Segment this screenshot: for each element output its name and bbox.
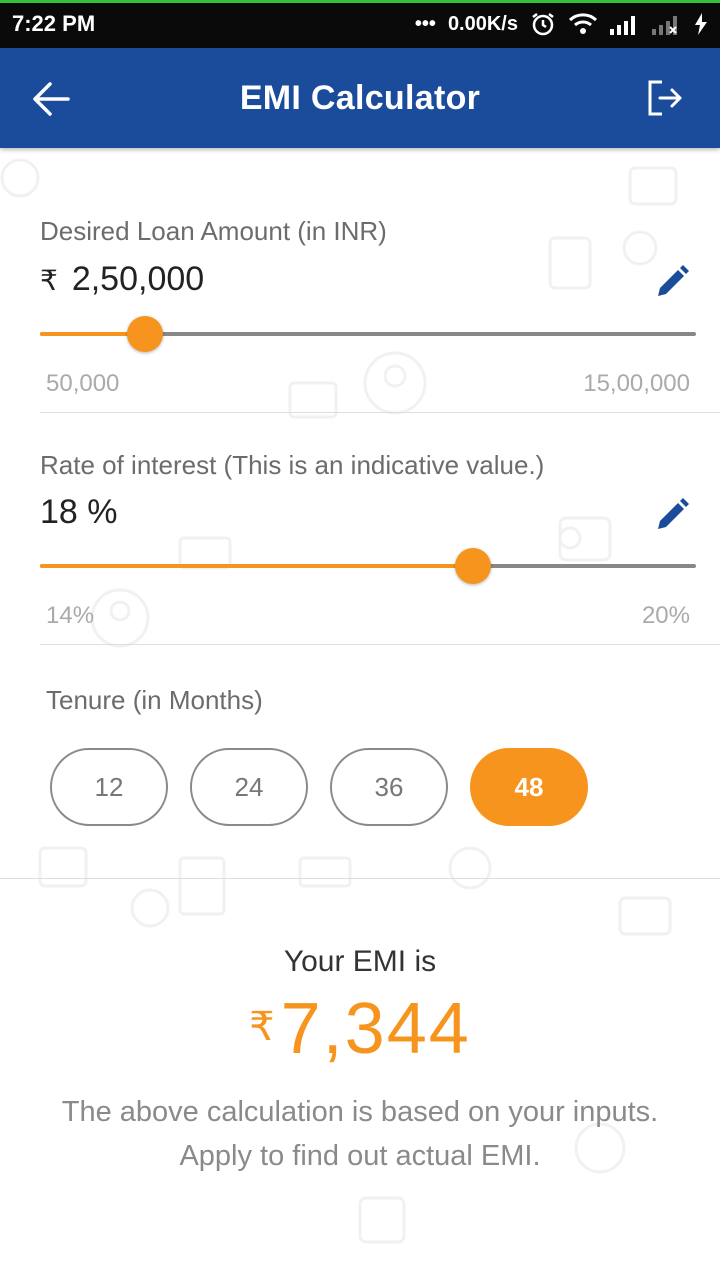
divider <box>0 878 720 879</box>
wifi-icon <box>568 12 598 36</box>
tenure-label: Tenure (in Months) <box>46 685 263 715</box>
page-title: EMI Calculator <box>239 78 481 117</box>
charging-icon <box>694 13 708 35</box>
interest-max-label: 20% <box>641 602 690 629</box>
signal-icon <box>610 13 640 35</box>
signal-x-icon <box>652 13 682 35</box>
back-arrow-icon[interactable] <box>28 76 74 122</box>
emi-note: The above calculation is based on your i… <box>61 1096 659 1172</box>
divider <box>40 644 720 645</box>
edit-interest-icon[interactable] <box>654 497 690 533</box>
status-bar: 7:22 PM ••• 0.00K/s <box>0 0 720 48</box>
slider-thumb[interactable] <box>454 548 491 584</box>
interest-min-label: 14% <box>46 602 95 629</box>
interest-label: Rate of interest (This is an indicative … <box>40 450 545 480</box>
alarm-icon <box>530 11 556 37</box>
loan-amount-text: 2,50,000 <box>71 260 205 298</box>
slider-fill <box>40 564 473 568</box>
network-speed: 0.00K/s <box>447 12 518 35</box>
tenure-option-12[interactable]: 12 <box>50 748 168 826</box>
emi-amount: 7,344 <box>280 989 471 1069</box>
tenure-option-48[interactable]: 48 <box>470 748 588 826</box>
tenure-options: 12 24 36 48 <box>50 748 588 826</box>
rupee-icon: ₹ <box>249 1005 275 1049</box>
emi-value: ₹7,344 <box>0 988 720 1070</box>
exit-icon[interactable] <box>644 78 684 118</box>
dots-icon: ••• <box>414 12 436 35</box>
edit-loan-amount-icon[interactable] <box>654 264 690 300</box>
tenure-option-36[interactable]: 36 <box>330 748 448 826</box>
loan-min-label: 50,000 <box>46 370 120 397</box>
status-icons: ••• 0.00K/s <box>415 11 708 37</box>
app-bar: EMI Calculator <box>0 48 720 148</box>
calculator-content: Desired Loan Amount (in INR) ₹2,50,000 5… <box>0 148 720 1280</box>
status-time: 7:22 PM <box>12 11 96 36</box>
divider <box>40 412 720 413</box>
emi-heading: Your EMI is <box>283 945 437 978</box>
tenure-option-24[interactable]: 24 <box>190 748 308 826</box>
interest-slider[interactable] <box>40 546 696 586</box>
rupee-icon: ₹ <box>40 265 58 296</box>
slider-thumb[interactable] <box>126 316 163 352</box>
loan-amount-slider[interactable] <box>40 314 696 354</box>
loan-amount-value: ₹2,50,000 <box>40 260 204 299</box>
interest-value: 18 % <box>40 493 118 531</box>
loan-max-label: 15,00,000 <box>583 370 690 397</box>
loan-amount-label: Desired Loan Amount (in INR) <box>40 216 387 246</box>
